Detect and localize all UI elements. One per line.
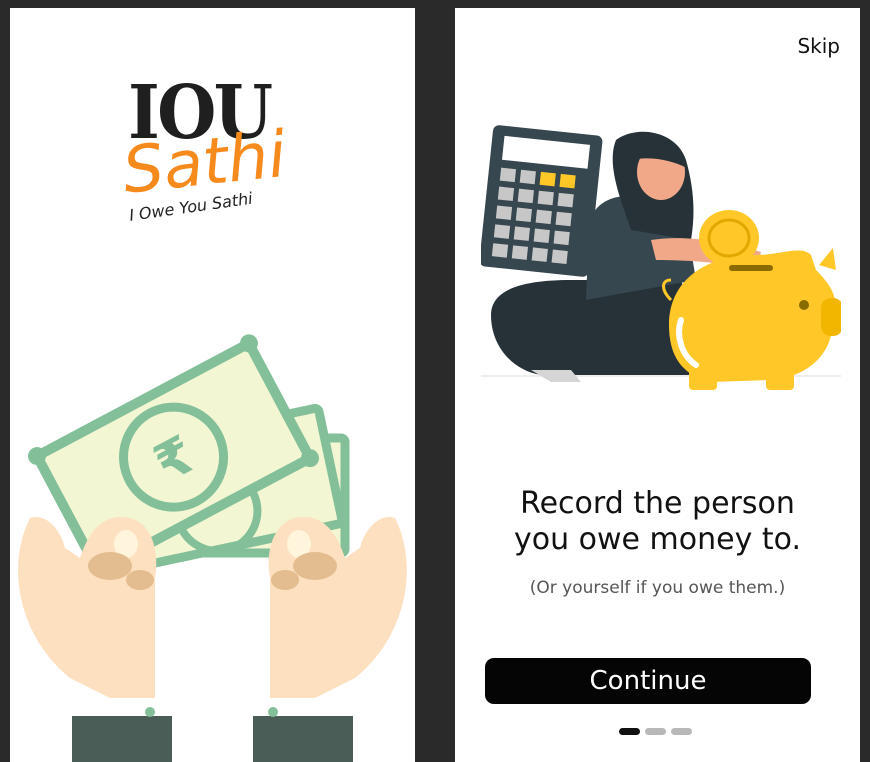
pagination-dots	[619, 728, 692, 735]
onboarding-screen: Skip Record the person you owe money to.…	[455, 8, 860, 762]
logo-sathi-text: Sathi	[119, 117, 290, 209]
skip-button[interactable]: Skip	[797, 34, 840, 58]
right-hand	[253, 517, 407, 762]
headline-line-1: Record the person	[520, 486, 795, 521]
continue-button[interactable]: Continue	[485, 658, 811, 704]
left-hand	[18, 517, 172, 762]
page-dot-1[interactable]	[619, 728, 640, 735]
splash-screen: IOU Sathi I Owe You Sathi ₹	[10, 8, 415, 762]
page-dot-3[interactable]	[671, 728, 692, 735]
onboarding-subtext: (Or yourself if you owe them.)	[529, 578, 786, 598]
onboarding-headline: Record the person you owe money to.	[455, 486, 860, 558]
cash-hands-illustration: ₹	[18, 334, 407, 762]
headline-line-2: you owe money to.	[513, 522, 801, 557]
app-logo: IOU Sathi I Owe You Sathi	[119, 76, 330, 248]
calculator-icon	[481, 125, 603, 277]
page-dot-2[interactable]	[645, 728, 666, 735]
savings-illustration	[481, 125, 841, 390]
